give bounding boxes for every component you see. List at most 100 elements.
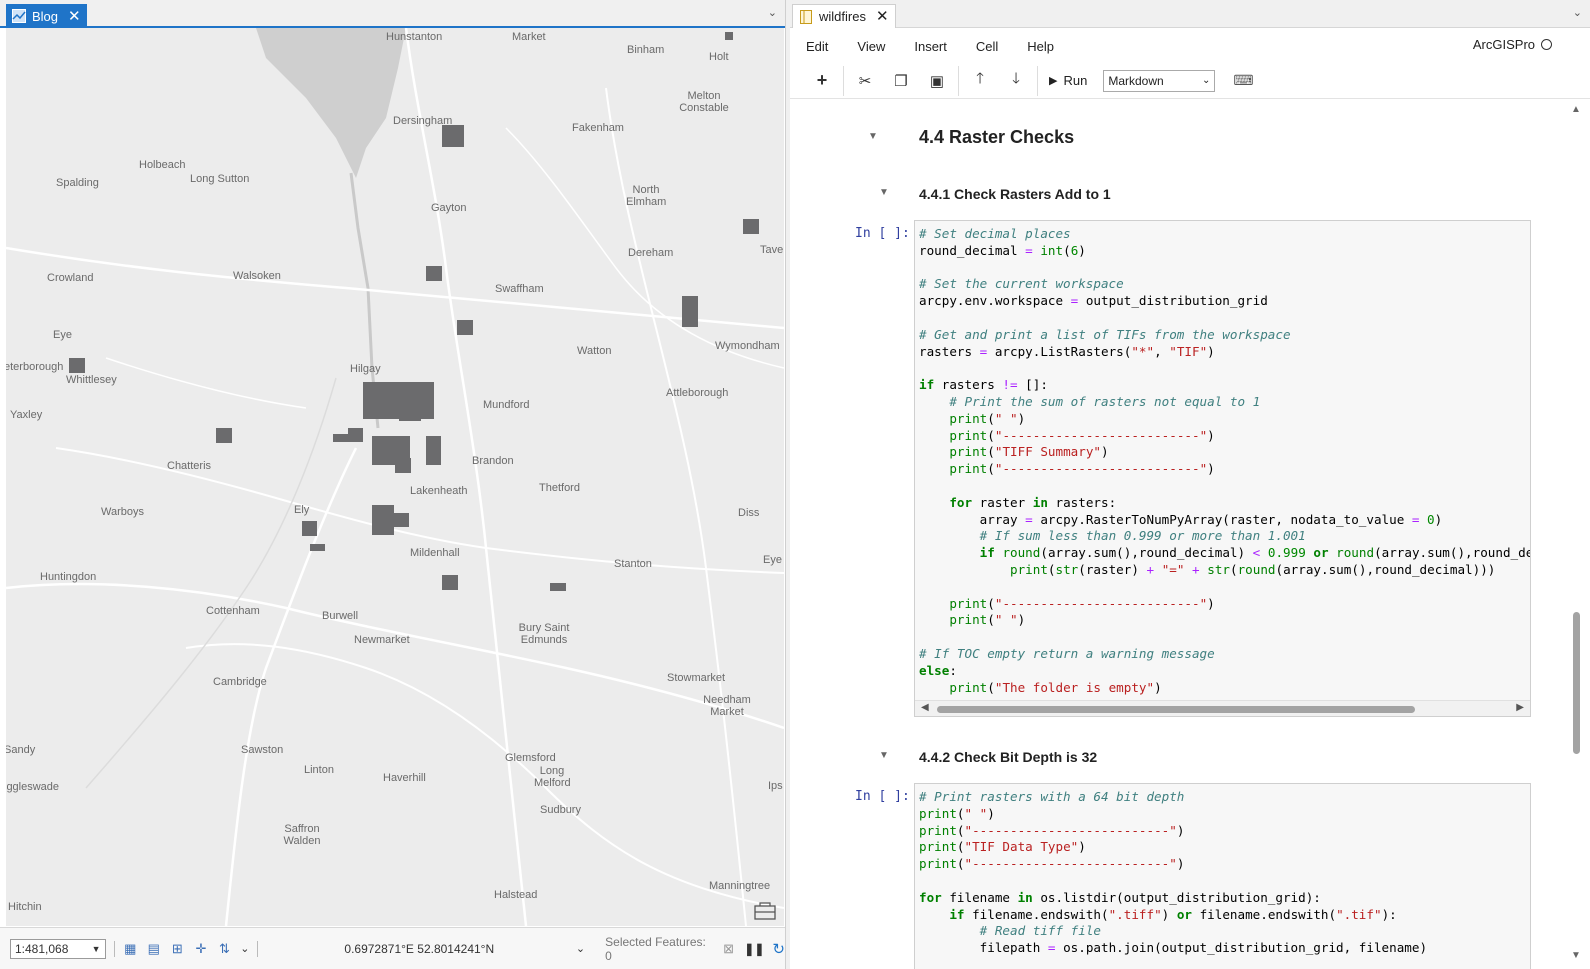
map-label: Diss	[738, 507, 760, 519]
map-label: Long Melford	[534, 765, 571, 789]
cut-icon[interactable]: ✂	[847, 67, 883, 95]
map-label: Saffron Walden	[283, 823, 321, 847]
collapse-icon[interactable]: ▼	[868, 131, 878, 142]
map-label: Stanton	[614, 558, 652, 570]
snapping-icon[interactable]: ⊞	[170, 941, 186, 957]
menu-edit[interactable]: Edit	[806, 39, 828, 54]
raster-cell	[333, 434, 348, 442]
raster-cell	[550, 583, 566, 591]
chevron-down-icon[interactable]: ⌄	[240, 942, 249, 955]
move-down-icon[interactable]: 🡓	[998, 67, 1034, 95]
scroll-left-icon[interactable]: ◀	[921, 702, 929, 713]
scroll-right-icon[interactable]: ▶	[1516, 702, 1524, 713]
tab-blog[interactable]: Blog ✕	[6, 4, 87, 28]
collapse-icon[interactable]: ▼	[879, 187, 889, 198]
heading-check-rasters: 4.4.1 Check Rasters Add to 1	[919, 186, 1111, 202]
menu-cell[interactable]: Cell	[976, 39, 998, 54]
map-label: Attleborough	[666, 387, 729, 399]
map-icon	[12, 9, 26, 23]
chevron-down-icon[interactable]: ⌄	[1573, 6, 1582, 19]
map-label: Swaffham	[495, 283, 544, 295]
crosshair-icon[interactable]: ✛	[193, 941, 209, 957]
map-label: Haverhill	[383, 772, 426, 784]
scale-selector[interactable]: 1:481,068 ▼	[10, 938, 106, 959]
collapse-icon[interactable]: ▼	[879, 750, 889, 761]
menu-help[interactable]: Help	[1027, 39, 1054, 54]
map-label: Fakenham	[572, 122, 624, 134]
map-label: Halstead	[494, 889, 538, 901]
raster-cell	[682, 296, 698, 327]
coordinate-readout: 0.6972871°E 52.8014241°N	[344, 941, 495, 956]
menu-insert[interactable]: Insert	[914, 39, 947, 54]
map-label: Market	[512, 31, 546, 43]
table-icon[interactable]: ▤	[146, 941, 162, 957]
pause-icon[interactable]: ❚❚	[744, 942, 764, 956]
scroll-thumb[interactable]	[937, 706, 1415, 713]
divider	[843, 65, 844, 96]
heading-raster-checks: 4.4 Raster Checks	[919, 127, 1075, 147]
map-label: Walsoken	[233, 270, 281, 282]
refresh-icon[interactable]: ↻	[772, 940, 785, 958]
map-label: Watton	[577, 345, 612, 357]
map-label: Mildenhall	[410, 547, 460, 559]
map-label: Ely	[294, 504, 310, 516]
map-label: Burwell	[322, 610, 359, 622]
scroll-thumb[interactable]	[1573, 612, 1580, 754]
horizontal-scrollbar[interactable]: ◀ ▶	[915, 700, 1530, 716]
cell-type-select[interactable]: Markdown ⌄	[1103, 69, 1216, 92]
code-cell[interactable]: # Set decimal places round_decimal = int…	[914, 220, 1531, 717]
grid-icon[interactable]: ▦	[122, 941, 138, 957]
code-cell[interactable]: # Print rasters with a 64 bit depth prin…	[914, 783, 1531, 969]
north-arrow-icon[interactable]: ⇅	[217, 941, 233, 957]
chevron-down-icon[interactable]: ⌄	[576, 942, 585, 955]
map-label: Hunstanton	[386, 31, 443, 43]
map-label: Glemsford	[505, 752, 556, 764]
raster-cell	[394, 513, 409, 527]
map-label: Sandy	[6, 744, 36, 756]
close-icon[interactable]: ✕	[876, 9, 889, 24]
map-label: Spalding	[56, 177, 99, 189]
map-view[interactable]: Hunstanton Market Binham Holt Melton Con…	[6, 28, 784, 926]
paste-icon[interactable]: ▣	[919, 67, 955, 95]
tab-wildfires[interactable]: wildfires ✕	[792, 4, 896, 28]
divider	[1037, 65, 1038, 96]
add-cell-button[interactable]: +	[804, 67, 840, 95]
raster-cell	[216, 428, 232, 443]
notebook-toolbar: + ✂ ❐ ▣ 🡑 🡓 ▶ Run Markdown ⌄ ⌨	[790, 63, 1590, 99]
selected-features: Selected Features: 0	[605, 934, 706, 963]
raster-cell	[426, 436, 441, 465]
raster-cell	[725, 32, 733, 40]
map-label: Crowland	[47, 272, 94, 284]
map-tab-bar: Blog ✕ ⌄	[0, 0, 785, 28]
copy-icon[interactable]: ❐	[883, 67, 919, 95]
cell-prompt: In [ ]:	[855, 789, 910, 804]
basemap-gallery-icon[interactable]	[754, 902, 776, 920]
move-up-icon[interactable]: 🡑	[962, 67, 998, 95]
map-status-bar: 1:481,068 ▼ ▦ ▤ ⊞ ✛ ⇅ ⌄ 0.6972871°E 52.8…	[0, 927, 785, 969]
raster-cell	[310, 544, 325, 551]
kernel-indicator: ArcGISPro	[1473, 37, 1552, 52]
raster-cell	[442, 575, 458, 590]
clear-selection-icon[interactable]: ⊠	[721, 941, 737, 957]
run-button[interactable]: ▶ Run	[1041, 67, 1095, 95]
map-label: Melton Constable	[679, 90, 729, 114]
map-label: Tave	[760, 244, 784, 256]
map-label: Bury Saint Edmunds	[518, 622, 570, 646]
tab-label: wildfires	[819, 9, 866, 24]
divider	[958, 65, 959, 96]
vertical-scrollbar[interactable]: ▲ ▼	[1564, 100, 1590, 969]
close-icon[interactable]: ✕	[68, 9, 81, 24]
map-label: Eye	[53, 329, 72, 341]
keyboard-icon[interactable]: ⌨	[1233, 72, 1253, 89]
menu-view[interactable]: View	[857, 39, 885, 54]
map-label: Thetford	[539, 482, 580, 494]
map-label: Warboys	[101, 506, 144, 518]
chevron-down-icon[interactable]: ⌄	[768, 6, 777, 19]
scroll-down-icon[interactable]: ▼	[1571, 950, 1581, 961]
map-label: Needham Market	[703, 694, 751, 718]
map-label: Hilgay	[350, 363, 381, 375]
scroll-up-icon[interactable]: ▲	[1571, 104, 1581, 115]
map-label: Chatteris	[167, 460, 212, 472]
cell-type-value: Markdown	[1108, 73, 1164, 88]
map-label: Mundford	[483, 399, 530, 411]
